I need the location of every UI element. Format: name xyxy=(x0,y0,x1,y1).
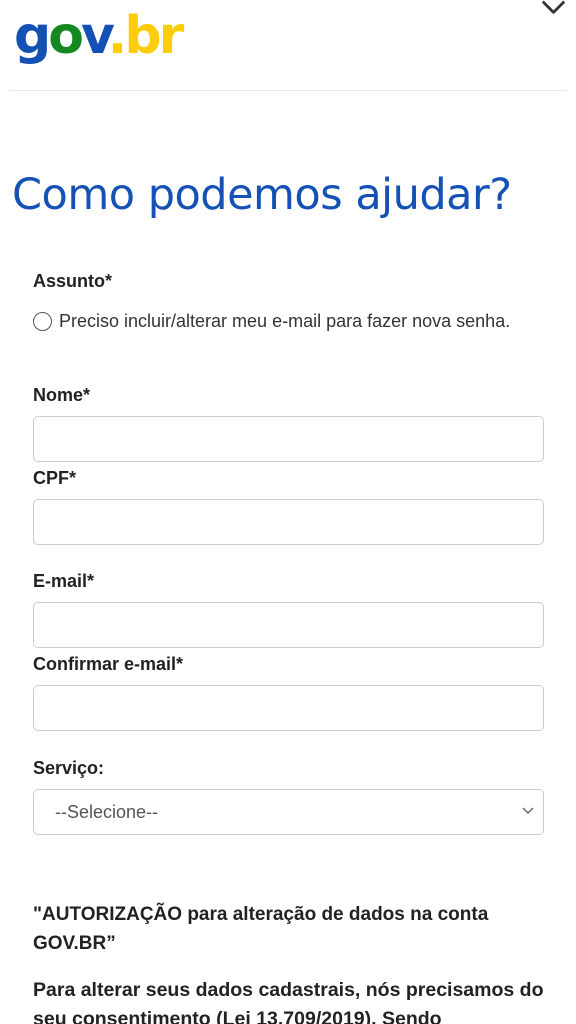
logo-letter-g: g xyxy=(14,6,51,66)
assunto-option-label[interactable]: Preciso incluir/alterar meu e-mail para … xyxy=(59,311,510,332)
authorization-title: "AUTORIZAÇÃO para alteração de dados na … xyxy=(33,904,489,954)
logo-dot: . xyxy=(107,6,128,66)
logo-letters-br: br xyxy=(124,6,184,66)
confirm-email-label: Confirmar e-mail* xyxy=(33,654,184,674)
email-label: E-mail* xyxy=(33,571,95,591)
govbr-logo[interactable]: gov.br xyxy=(14,6,184,66)
cpf-input[interactable] xyxy=(33,499,544,545)
email-input[interactable] xyxy=(33,602,544,648)
servico-selected-value: --Selecione-- xyxy=(55,802,159,822)
logo-letter-o: o xyxy=(48,6,84,66)
confirm-email-input[interactable] xyxy=(33,685,544,731)
cpf-label: CPF* xyxy=(33,468,77,488)
servico-label: Serviço: xyxy=(33,758,105,778)
assunto-label: Assunto* xyxy=(33,271,113,291)
chevron-down-icon xyxy=(522,807,534,815)
page-title: Como podemos ajudar? xyxy=(12,170,512,220)
assunto-radio-option[interactable]: Preciso incluir/alterar meu e-mail para … xyxy=(33,309,510,333)
nome-input[interactable] xyxy=(33,416,544,462)
header-divider xyxy=(10,90,566,91)
nome-label: Nome* xyxy=(33,385,91,405)
header: gov.br xyxy=(0,0,576,90)
authorization-body: Para alterar seus dados cadastrais, nós … xyxy=(33,979,544,1024)
radio-circle-icon[interactable] xyxy=(33,311,52,331)
menu-chevron-icon[interactable] xyxy=(541,0,566,15)
logo-letter-v: v xyxy=(80,6,111,66)
servico-select[interactable]: --Selecione-- xyxy=(33,789,544,835)
page: gov.br Como podemos ajudar? Assunto* Pre… xyxy=(0,0,576,1024)
